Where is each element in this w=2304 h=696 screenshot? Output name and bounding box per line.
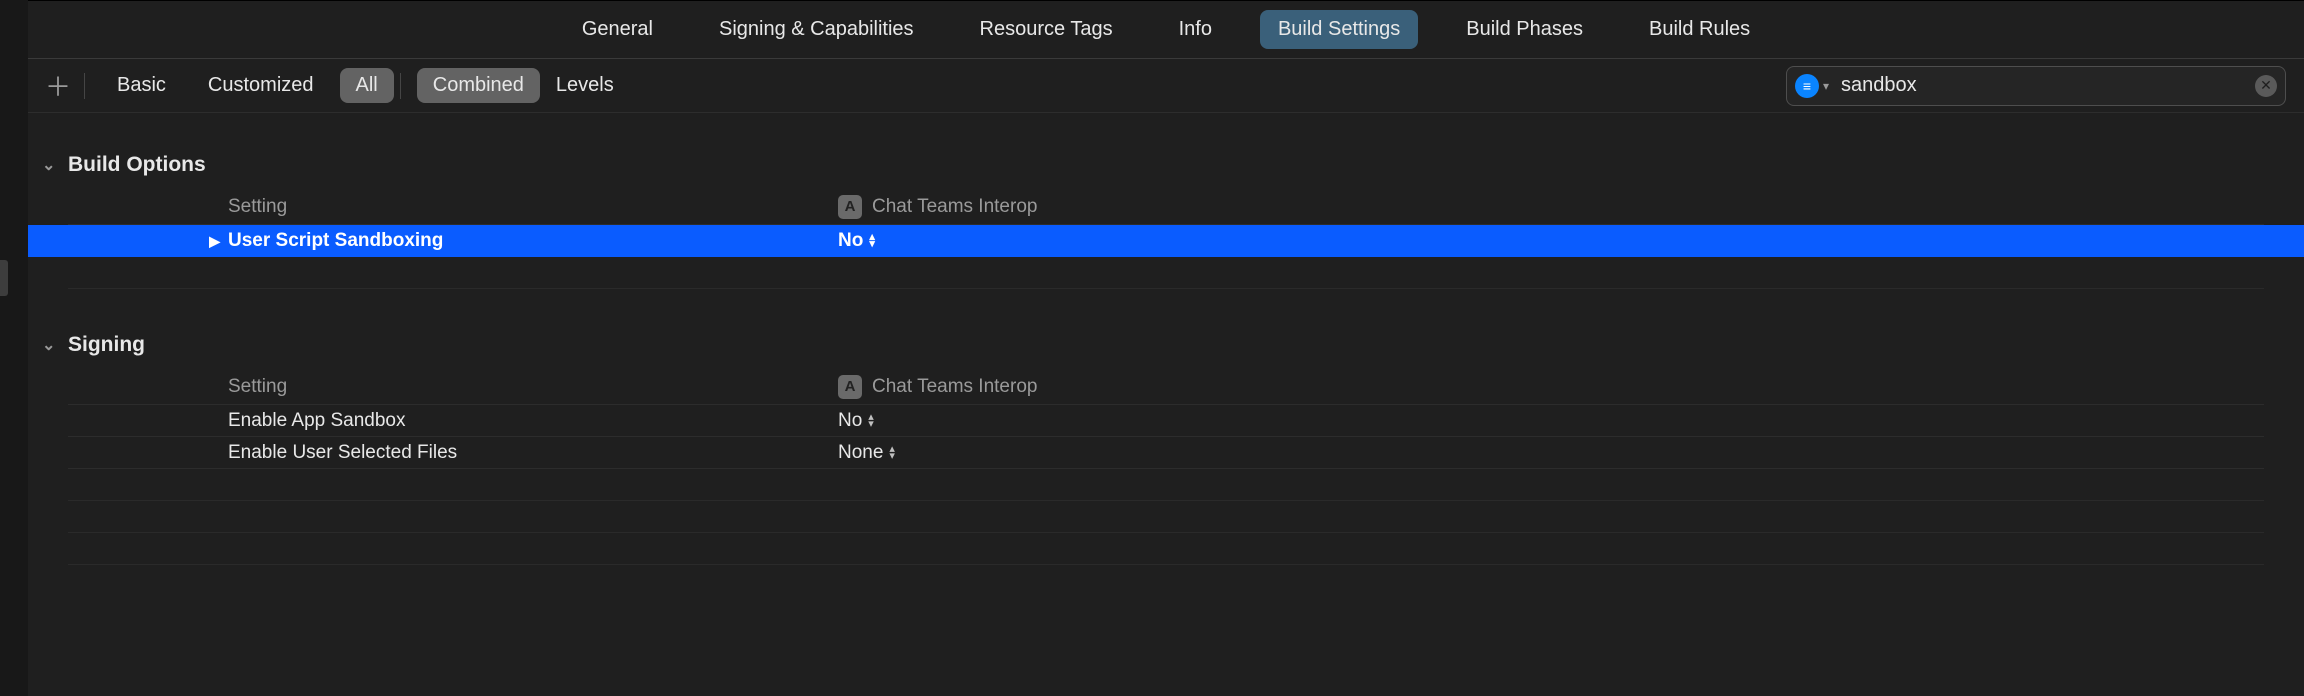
stepper-icon: ▴▾ xyxy=(889,446,895,460)
search-scope-icon[interactable]: ≡ xyxy=(1795,74,1819,98)
empty-row xyxy=(68,469,2264,501)
column-target-label: Chat Teams Interop xyxy=(872,376,1037,398)
app-icon: A xyxy=(838,375,862,399)
stepper-icon: ▴▾ xyxy=(869,234,875,248)
setting-value[interactable]: No▴▾ xyxy=(838,230,875,252)
separator xyxy=(400,73,401,99)
section-build-options: ⌄ Build Options SettingA Chat Teams Interop… xyxy=(28,153,2304,289)
section-title: Signing xyxy=(68,333,145,357)
setting-value[interactable]: No▴▾ xyxy=(838,410,874,432)
setting-row[interactable]: Enable User Selected FilesNone▴▾ xyxy=(68,437,2264,469)
filter-levels[interactable]: Levels xyxy=(540,68,630,103)
empty-row xyxy=(68,501,2264,533)
stepper-icon: ▴▾ xyxy=(868,414,874,428)
filter-all[interactable]: All xyxy=(340,68,394,103)
target-editor-tabs: General Signing & Capabilities Resource Ta… xyxy=(28,1,2304,59)
empty-row xyxy=(68,257,2264,289)
panel-drag-handle[interactable] xyxy=(0,260,8,296)
column-header-row: SettingA Chat Teams Interop xyxy=(68,369,2264,405)
setting-name: Enable User Selected Files xyxy=(228,442,838,464)
filter-basic[interactable]: Basic xyxy=(101,68,182,103)
section-signing: ⌄ Signing SettingA Chat Teams Interop Enable… xyxy=(28,333,2304,565)
tab-resource-tags[interactable]: Resource Tags xyxy=(962,10,1131,49)
tab-build-phases[interactable]: Build Phases xyxy=(1448,10,1601,49)
setting-value[interactable]: None▴▾ xyxy=(838,442,895,464)
column-header-row: SettingA Chat Teams Interop xyxy=(68,189,2264,225)
chevron-right-icon[interactable]: ▶ xyxy=(209,233,220,250)
tab-build-rules[interactable]: Build Rules xyxy=(1631,10,1768,49)
empty-row xyxy=(68,533,2264,565)
filter-combined[interactable]: Combined xyxy=(417,68,540,103)
tab-signing-capabilities[interactable]: Signing & Capabilities xyxy=(701,10,932,49)
column-target-label: Chat Teams Interop xyxy=(872,196,1037,218)
build-settings-content: ⌄Build OptionsSettingAChat Teams Interop… xyxy=(28,113,2304,696)
section-title: Build Options xyxy=(68,153,206,177)
tab-info[interactable]: Info xyxy=(1161,10,1230,49)
separator xyxy=(84,73,85,99)
build-settings-toolbar: ＋ Basic Customized All Combined Levels ≡… xyxy=(28,59,2304,113)
chevron-down-icon[interactable]: ▾ xyxy=(1823,79,1829,93)
setting-name: User Script Sandboxing xyxy=(228,230,838,252)
chevron-down-icon: ⌄ xyxy=(42,155,62,175)
tab-build-settings[interactable]: Build Settings xyxy=(1260,10,1418,49)
filter-customized[interactable]: Customized xyxy=(192,68,330,103)
add-build-setting-button[interactable]: ＋ xyxy=(38,67,78,104)
setting-name: Enable App Sandbox xyxy=(228,410,838,432)
tab-general[interactable]: General xyxy=(564,10,671,49)
setting-row[interactable]: ▶ User Script SandboxingNo▴▾ xyxy=(28,225,2304,257)
column-setting-label: Setting xyxy=(228,376,838,398)
left-gutter xyxy=(0,0,28,696)
app-icon: A xyxy=(838,195,862,219)
section-header[interactable]: ⌄ Signing xyxy=(28,333,2304,357)
chevron-down-icon: ⌄ xyxy=(42,335,62,355)
search-input[interactable] xyxy=(1839,73,2255,98)
search-field-container: ≡ ▾ ✕ xyxy=(1786,66,2286,106)
clear-search-icon[interactable]: ✕ xyxy=(2255,75,2277,97)
section-header[interactable]: ⌄ Build Options xyxy=(28,153,2304,177)
setting-row[interactable]: Enable App SandboxNo▴▾ xyxy=(68,405,2264,437)
editor-pane: General Signing & Capabilities Resource Ta… xyxy=(28,0,2304,696)
column-setting-label: Setting xyxy=(228,196,838,218)
